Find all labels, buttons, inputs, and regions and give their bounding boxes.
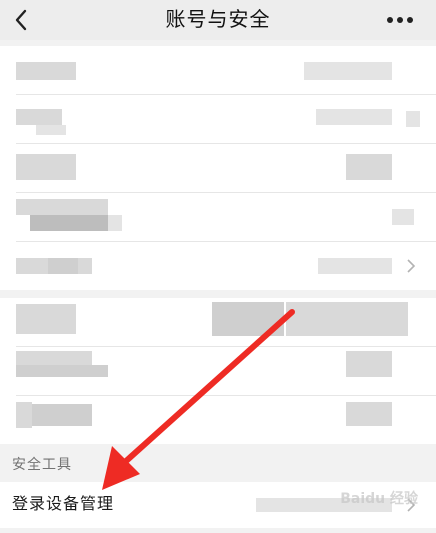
- redacted-text: [30, 215, 108, 231]
- redacted-text: [32, 404, 92, 426]
- redacted-text: [108, 215, 122, 231]
- account-security-screen: 账号与安全 安全工具 登录设备管理 Baidu 经验: [0, 0, 436, 533]
- page-title: 账号与安全: [165, 7, 271, 31]
- redacted-text: [318, 258, 392, 274]
- more-dots-icon: [387, 17, 413, 23]
- redacted-text: [16, 199, 108, 215]
- navigation-bar: 账号与安全: [0, 0, 436, 40]
- redacted-text: [406, 111, 420, 127]
- list-item[interactable]: [0, 396, 436, 444]
- account-binding-group: [0, 298, 436, 444]
- baidu-watermark: Baidu 经验: [340, 491, 418, 507]
- redacted-text: [392, 209, 414, 225]
- redacted-text: [16, 109, 62, 125]
- more-button[interactable]: [382, 10, 418, 30]
- redacted-text: [16, 154, 76, 180]
- redacted-text: [16, 304, 76, 334]
- redacted-text: [212, 302, 284, 336]
- redacted-text: [346, 402, 392, 426]
- list-item[interactable]: [0, 46, 436, 94]
- list-item[interactable]: [0, 193, 436, 241]
- chevron-right-icon: [407, 259, 416, 273]
- list-item[interactable]: [0, 95, 436, 143]
- redacted-text: [286, 302, 408, 336]
- redacted-text: [346, 351, 392, 377]
- list-item[interactable]: [0, 298, 436, 346]
- redacted-text: [16, 402, 32, 428]
- list-item[interactable]: [0, 242, 436, 290]
- login-device-management-label: 登录设备管理: [12, 494, 115, 513]
- redacted-text: [346, 154, 392, 180]
- section-header-security-tools: 安全工具: [12, 457, 72, 473]
- redacted-text: [304, 62, 392, 80]
- list-item[interactable]: [0, 347, 436, 395]
- redacted-text: [16, 365, 108, 377]
- redacted-text: [48, 258, 78, 274]
- redacted-text: [316, 109, 392, 125]
- redacted-text: [16, 351, 92, 365]
- list-item[interactable]: [0, 144, 436, 192]
- redacted-text: [36, 125, 66, 135]
- redacted-text: [16, 62, 76, 80]
- account-info-group: [0, 46, 436, 290]
